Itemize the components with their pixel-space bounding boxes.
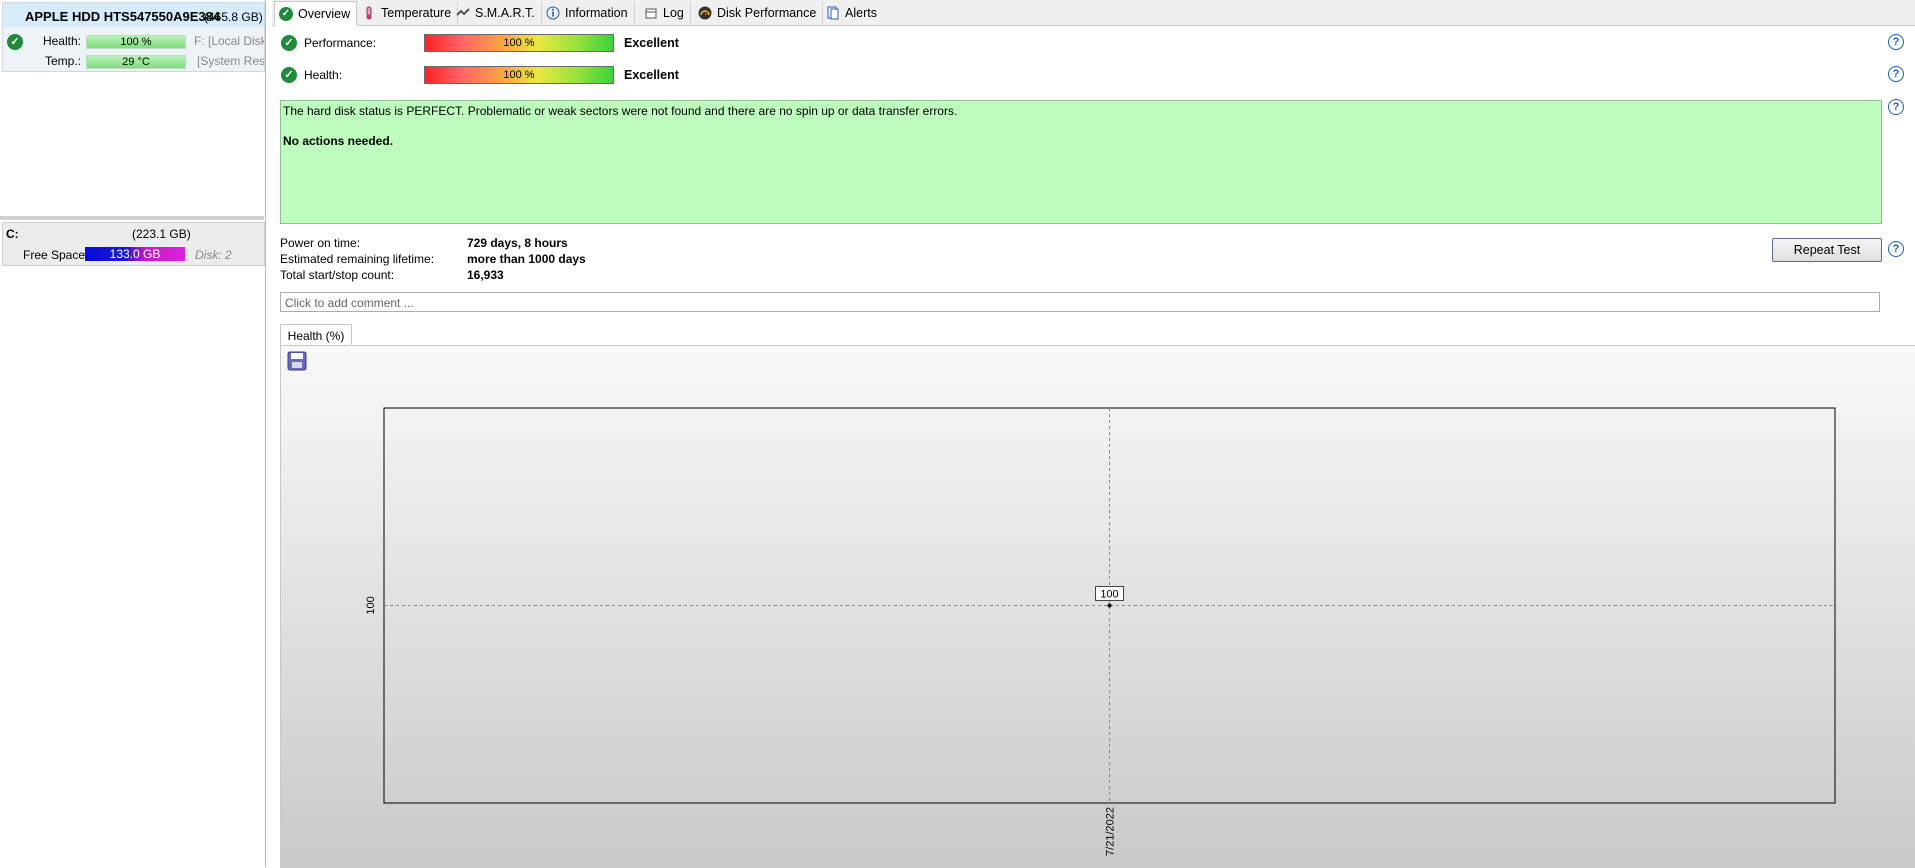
- data-label: 100: [1100, 589, 1118, 601]
- health-label: Health:: [304, 68, 343, 82]
- status-message-box: The hard disk status is PERFECT. Problem…: [280, 100, 1882, 224]
- disk-list-panel: APPLE HDD HTS547550A9E384 (465.8 GB) ✓ H…: [0, 0, 266, 867]
- smart-icon: [456, 8, 470, 16]
- disk-health-label: Health:: [42, 34, 81, 48]
- free-space-label: Free Space: [23, 248, 86, 262]
- health-chart: 100 100 7/21/2022: [365, 407, 1836, 856]
- startstop-label: Total start/stop count:: [280, 268, 395, 282]
- volume-item[interactable]: C: (223.1 GB) Free Space 133.0 GB Disk: …: [2, 222, 265, 266]
- log-icon: [645, 8, 657, 19]
- lifetime-value: more than 1000 days: [467, 252, 586, 266]
- volume-disk-label: Disk: 2: [195, 248, 232, 262]
- disk-temp-bar: 29 °C: [86, 55, 186, 69]
- x-tick-label: 7/21/2022: [1105, 807, 1117, 856]
- tab-label: Alerts: [845, 6, 877, 20]
- tab-disk-performance[interactable]: Disk Performance: [694, 2, 824, 24]
- tab-label: Information: [565, 6, 628, 20]
- panel-splitter[interactable]: [0, 216, 264, 220]
- performance-label: Performance:: [304, 36, 377, 50]
- disk-partition-label: F: [Local Disk]: [194, 34, 264, 48]
- tab-log[interactable]: Log: [640, 2, 691, 24]
- tab-label: Overview: [298, 6, 351, 21]
- health-rating: Excellent: [624, 68, 679, 82]
- volume-size: (223.1 GB): [132, 227, 191, 241]
- help-icon[interactable]: ?: [1888, 66, 1904, 82]
- free-space-bar: 133.0 GB: [85, 247, 185, 261]
- performance-rating: Excellent: [624, 36, 679, 50]
- data-point: [1107, 603, 1112, 608]
- gauge-icon: [698, 6, 712, 20]
- tab-temperature[interactable]: Temperature: [358, 2, 459, 24]
- startstop-value: 16,933: [467, 268, 504, 282]
- tab-label: Temperature: [381, 6, 452, 20]
- repeat-test-button[interactable]: Repeat Test: [1772, 238, 1882, 262]
- disk-size: (465.8 GB): [204, 10, 263, 24]
- thermometer-icon: [366, 6, 372, 20]
- tab-overview[interactable]: ✓ Overview: [274, 1, 358, 26]
- disk-partition-label-2: [System Rese: [197, 54, 264, 68]
- disk-item[interactable]: APPLE HDD HTS547550A9E384 (465.8 GB) ✓ H…: [2, 2, 265, 72]
- lifetime-label: Estimated remaining lifetime:: [280, 252, 435, 266]
- comment-field[interactable]: Click to add comment ...: [280, 292, 1880, 312]
- health-bar: 100 %: [424, 66, 614, 84]
- actions-text: No actions needed.: [283, 134, 394, 148]
- disk-health-bar: 100 %: [86, 35, 186, 49]
- power-on-label: Power on time:: [280, 236, 361, 250]
- y-tick-label: 100: [365, 596, 377, 614]
- tab-health-chart[interactable]: Health (%): [280, 324, 352, 347]
- power-on-value: 729 days, 8 hours: [467, 236, 568, 250]
- tab-smart[interactable]: S.M.A.R.T.: [452, 2, 542, 24]
- disk-title: APPLE HDD HTS547550A9E384: [25, 9, 221, 24]
- volume-letter: C:: [6, 227, 19, 241]
- tab-label: Disk Performance: [717, 6, 817, 20]
- disk-temp-label: Temp.:: [44, 54, 81, 68]
- alerts-icon: [827, 6, 839, 20]
- tab-information[interactable]: Information: [542, 2, 635, 24]
- tab-bar: ✓ Overview Temperature S.M.A.R.T. Inform…: [272, 0, 1915, 26]
- status-text: The hard disk status is PERFECT. Problem…: [283, 104, 958, 118]
- help-icon[interactable]: ?: [1888, 99, 1904, 115]
- help-icon[interactable]: ?: [1888, 34, 1904, 50]
- check-icon: ✓: [281, 35, 297, 51]
- tab-label: Log: [663, 6, 684, 20]
- tab-label: S.M.A.R.T.: [475, 6, 535, 20]
- help-icon[interactable]: ?: [1888, 241, 1904, 257]
- check-icon: ✓: [281, 67, 297, 83]
- chart-area: 100 100 7/21/2022: [280, 345, 1915, 868]
- tab-alerts[interactable]: Alerts: [822, 2, 883, 24]
- info-icon: [546, 6, 560, 20]
- performance-bar: 100 %: [424, 34, 614, 52]
- check-icon: ✓: [279, 6, 293, 21]
